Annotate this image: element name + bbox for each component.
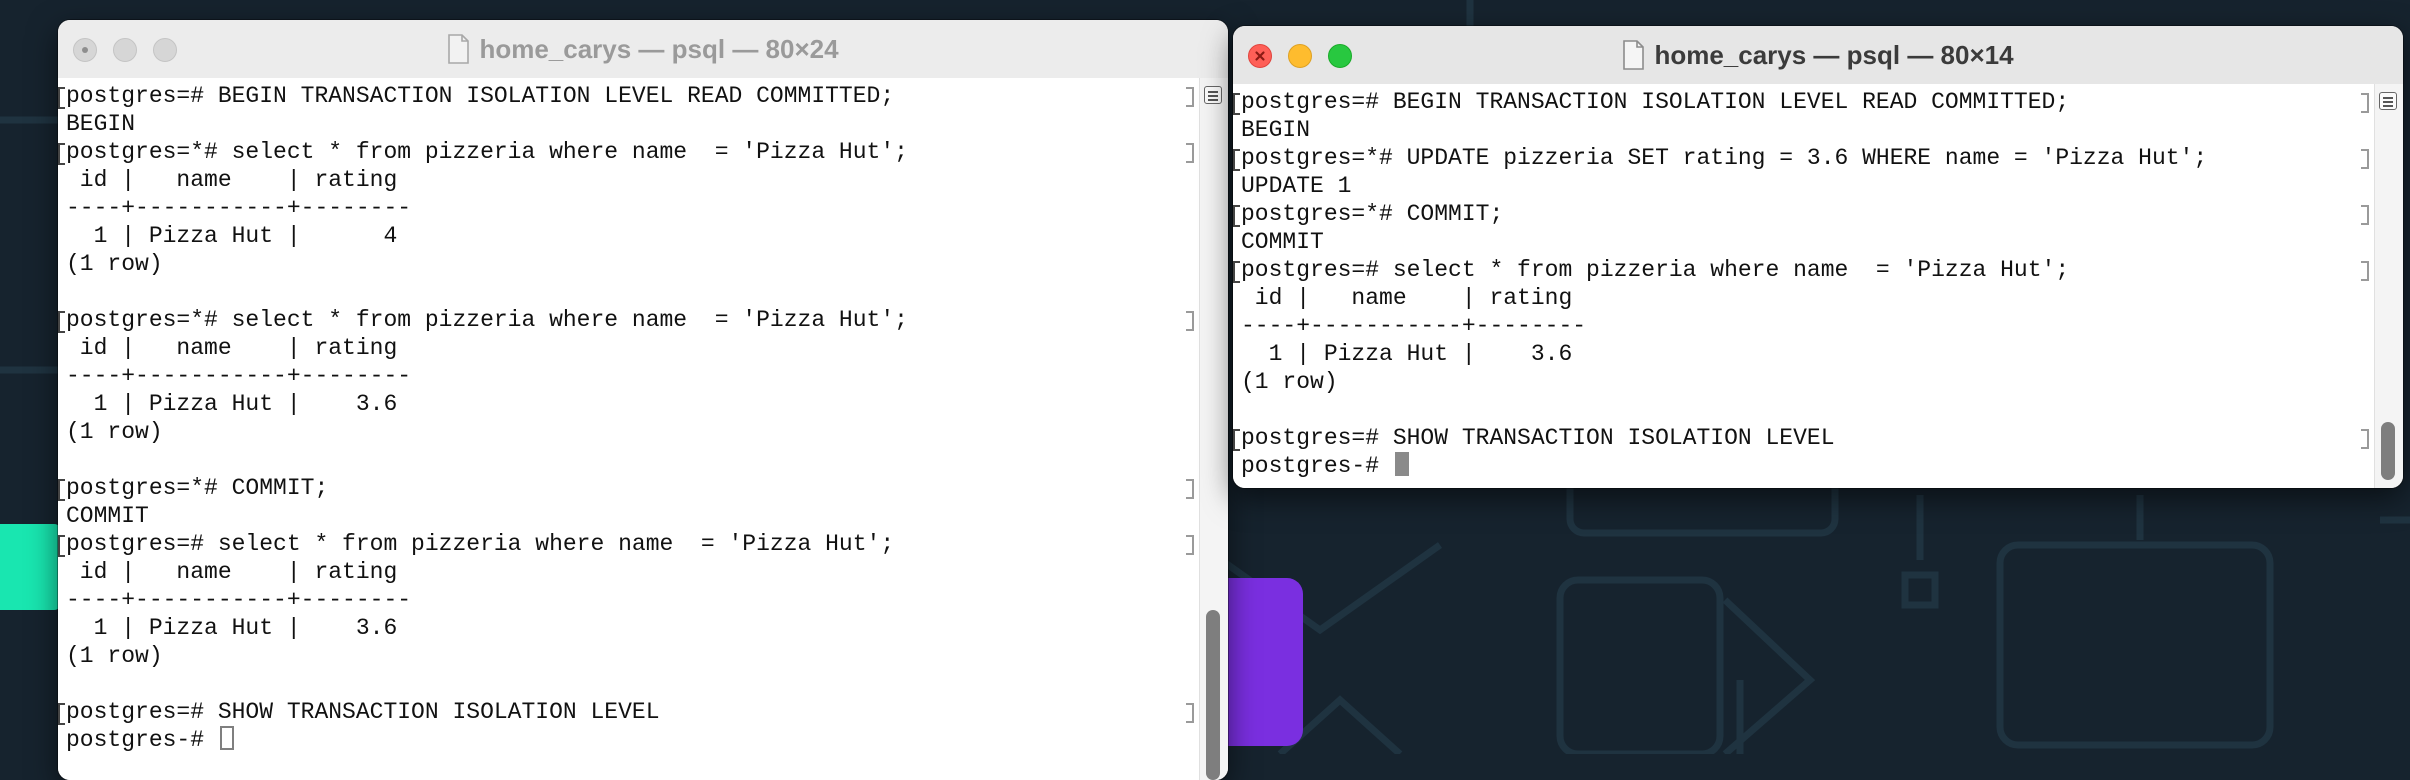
window-title: home_carys — psql — 80×24 <box>58 20 1228 78</box>
command-mark <box>1233 93 1240 115</box>
command-mark <box>1186 479 1194 499</box>
command-mark <box>58 143 65 165</box>
command-mark <box>1233 205 1240 227</box>
terminal-line: ----+-----------+-------- <box>66 195 412 221</box>
terminal-line: 1 | Pizza Hut | 3.6 <box>1241 341 1573 367</box>
window-title-text: home_carys — psql — 80×14 <box>1654 39 2014 70</box>
terminal-output[interactable]: postgres=# BEGIN TRANSACTION ISOLATION L… <box>1233 84 2375 488</box>
title-bar[interactable]: home_carys — psql — 80×24 <box>58 20 1228 79</box>
document-icon <box>1623 40 1645 70</box>
command-mark <box>2361 93 2369 113</box>
terminal-line: postgres=# BEGIN TRANSACTION ISOLATION L… <box>1241 89 2070 115</box>
terminal-prompt-line[interactable]: postgres-# <box>66 726 234 754</box>
command-mark <box>1233 149 1240 171</box>
terminal-line: COMMIT <box>1241 229 1324 255</box>
terminal-line: postgres=*# COMMIT; <box>66 475 329 501</box>
terminal-line: 1 | Pizza Hut | 3.6 <box>66 615 398 641</box>
command-mark <box>58 703 65 725</box>
command-mark <box>1233 429 1240 451</box>
document-icon <box>448 34 470 64</box>
command-mark <box>1186 87 1194 107</box>
terminal-line: 1 | Pizza Hut | 3.6 <box>66 391 398 417</box>
command-mark <box>1186 703 1194 723</box>
command-mark <box>2361 261 2369 281</box>
terminal-window-right[interactable]: home_carys — psql — 80×14 postgres=# BEG… <box>1233 26 2403 488</box>
terminal-line: BEGIN <box>1241 117 1311 143</box>
scrollbar-thumb[interactable] <box>2381 422 2395 480</box>
terminal-line: (1 row) <box>1241 369 1338 395</box>
terminal-line: ----+-----------+-------- <box>1241 313 1587 339</box>
terminal-line: BEGIN <box>66 111 136 137</box>
scrollbar-menu-icon[interactable] <box>2379 92 2397 110</box>
text-cursor <box>219 726 234 750</box>
command-mark <box>1186 143 1194 163</box>
terminal-line: postgres=# select * from pizzeria where … <box>66 531 895 557</box>
terminal-line: postgres=# SHOW TRANSACTION ISOLATION LE… <box>1241 425 1835 451</box>
terminal-line: postgres=# select * from pizzeria where … <box>1241 257 2070 283</box>
terminal-line: postgres=# SHOW TRANSACTION ISOLATION LE… <box>66 699 660 725</box>
terminal-output[interactable]: postgres=# BEGIN TRANSACTION ISOLATION L… <box>58 78 1200 780</box>
terminal-line: postgres=*# UPDATE pizzeria SET rating =… <box>1241 145 2208 171</box>
terminal-line: COMMIT <box>66 503 149 529</box>
command-mark <box>2361 205 2369 225</box>
terminal-line: postgres=*# select * from pizzeria where… <box>66 307 908 333</box>
terminal-line: id | name | rating <box>1241 285 1573 311</box>
command-mark <box>58 479 65 501</box>
terminal-window-left[interactable]: home_carys — psql — 80×24 postgres=# BEG… <box>58 20 1228 780</box>
terminal-line: postgres=*# COMMIT; <box>1241 201 1504 227</box>
text-cursor <box>1394 452 1409 476</box>
terminal-line: id | name | rating <box>66 335 398 361</box>
terminal-line: (1 row) <box>66 251 163 277</box>
terminal-line: 1 | Pizza Hut | 4 <box>66 223 398 249</box>
command-mark <box>1186 535 1194 555</box>
terminal-line: postgres=# BEGIN TRANSACTION ISOLATION L… <box>66 83 895 109</box>
terminal-line: UPDATE 1 <box>1241 173 1352 199</box>
command-mark <box>58 87 65 109</box>
command-mark <box>1186 311 1194 331</box>
command-mark <box>2361 429 2369 449</box>
prompt-text: postgres-# <box>66 727 218 753</box>
scrollbar[interactable] <box>1199 78 1228 780</box>
terminal-line: postgres=*# select * from pizzeria where… <box>66 139 908 165</box>
command-mark <box>58 311 65 333</box>
command-mark <box>1233 261 1240 283</box>
scrollbar-menu-icon[interactable] <box>1204 86 1222 104</box>
terminal-line: (1 row) <box>66 419 163 445</box>
prompt-text: postgres-# <box>1241 453 1393 479</box>
scrollbar-thumb[interactable] <box>1206 610 1220 780</box>
terminal-prompt-line[interactable]: postgres-# <box>1241 452 1409 480</box>
terminal-line: ----+-----------+-------- <box>66 363 412 389</box>
terminal-line: id | name | rating <box>66 559 398 585</box>
terminal-line: ----+-----------+-------- <box>66 587 412 613</box>
terminal-line: (1 row) <box>66 643 163 669</box>
terminal-line: id | name | rating <box>66 167 398 193</box>
scrollbar[interactable] <box>2374 84 2403 488</box>
window-title-text: home_carys — psql — 80×24 <box>479 33 839 64</box>
command-mark <box>2361 149 2369 169</box>
window-title: home_carys — psql — 80×14 <box>1233 26 2403 84</box>
title-bar[interactable]: home_carys — psql — 80×14 <box>1233 26 2403 85</box>
desktop-accent-green <box>0 524 62 610</box>
command-mark <box>58 535 65 557</box>
